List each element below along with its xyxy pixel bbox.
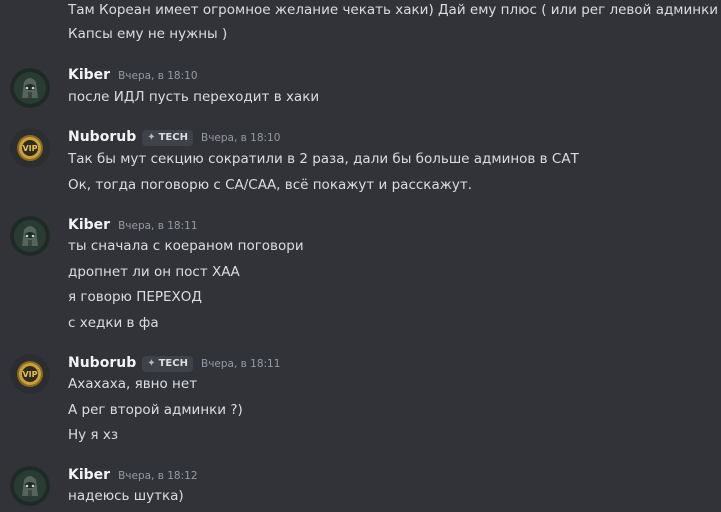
message-header: Nuborub ✦ TECH Вчера, в 18:11 (68, 355, 280, 373)
message-line: Капсы ему не нужны ) (68, 25, 227, 43)
message-text: я говорю ПЕРЕХОД (68, 289, 202, 305)
message-header: Kiber Вчера, в 18:11 (68, 217, 198, 233)
message-line: я говорю ПЕРЕХОД (68, 288, 202, 306)
timestamp[interactable]: Вчера, в 18:11 (201, 358, 280, 370)
avatar-kiber[interactable] (10, 466, 50, 506)
message-line: дропнет ли он пост ХАА (68, 263, 240, 281)
dark-helmet-avatar (10, 68, 50, 108)
avatar-nuborub[interactable]: VIP (10, 354, 50, 394)
message-text: после ИДЛ пусть переходит в хаки (68, 89, 320, 105)
username[interactable]: Kiber (68, 467, 110, 483)
username[interactable]: Nuborub (68, 355, 136, 371)
message-text: А рег второй админки ?) (68, 402, 243, 418)
username[interactable]: Kiber (68, 67, 110, 83)
message-line: с хедки в фа (68, 314, 159, 332)
message-text: Ахахаха, явно нет (68, 376, 198, 392)
chat-message-list: Там Кореан имеет огромное желание чекать… (0, 0, 721, 512)
message-line: Там Кореан имеет огромное желание чекать… (68, 0, 721, 19)
avatar-kiber[interactable] (10, 216, 50, 256)
username[interactable]: Kiber (68, 217, 110, 233)
dark-helmet-avatar (10, 216, 50, 256)
message-line: Ахахаха, явно нет (68, 375, 197, 393)
message-text: Ну я хз (68, 427, 119, 443)
message-text: с хедки в фа (68, 315, 159, 331)
message-line: ты сначала с коераном поговори (68, 237, 304, 255)
message-line: Ну я хз (68, 426, 118, 444)
gold-emblem-avatar: VIP (10, 128, 50, 168)
svg-text:VIP: VIP (22, 370, 37, 379)
message-text: ты сначала с коераном поговори (68, 238, 304, 254)
avatar-kiber[interactable] (10, 68, 50, 108)
username[interactable]: Nuborub (68, 129, 136, 145)
diamond-sparkle-icon: ✦ (147, 132, 156, 143)
message-line: А рег второй админки ?) (68, 401, 243, 419)
timestamp[interactable]: Вчера, в 18:11 (118, 220, 197, 232)
message-text: дропнет ли он пост ХАА (68, 264, 240, 280)
timestamp[interactable]: Вчера, в 18:10 (118, 70, 197, 82)
message-text: Капсы ему не нужны ) (68, 26, 228, 42)
message-line: после ИДЛ пусть переходит в хаки (68, 88, 319, 106)
avatar-nuborub[interactable]: VIP (10, 128, 50, 168)
role-tag-label: TECH (158, 358, 188, 369)
message-line: Так бы мут секцию сократили в 2 раза, да… (68, 150, 579, 168)
message-text: Так бы мут секцию сократили в 2 раза, да… (68, 151, 579, 167)
message-header: Kiber Вчера, в 18:10 (68, 67, 198, 83)
role-tag[interactable]: ✦ TECH (142, 355, 193, 372)
message-text: надеюсь шутка) (68, 488, 184, 504)
gold-emblem-avatar: VIP (10, 354, 50, 394)
role-tag[interactable]: ✦ TECH (142, 129, 193, 146)
svg-text:VIP: VIP (22, 144, 37, 153)
diamond-sparkle-icon: ✦ (147, 358, 156, 369)
timestamp[interactable]: Вчера, в 18:12 (118, 470, 197, 482)
message-line: надеюсь шутка) (68, 487, 184, 505)
timestamp[interactable]: Вчера, в 18:10 (201, 132, 280, 144)
role-tag-label: TECH (158, 132, 188, 143)
dark-helmet-avatar (10, 466, 50, 506)
message-header: Kiber Вчера, в 18:12 (68, 467, 198, 483)
message-header: Nuborub ✦ TECH Вчера, в 18:10 (68, 129, 280, 147)
message-text: Ок, тогда поговорю с СА/САА, всё покажут… (68, 177, 473, 193)
message-text: Там Кореан имеет огромное желание чекать… (68, 2, 721, 18)
message-line: Ок, тогда поговорю с СА/САА, всё покажут… (68, 176, 472, 194)
